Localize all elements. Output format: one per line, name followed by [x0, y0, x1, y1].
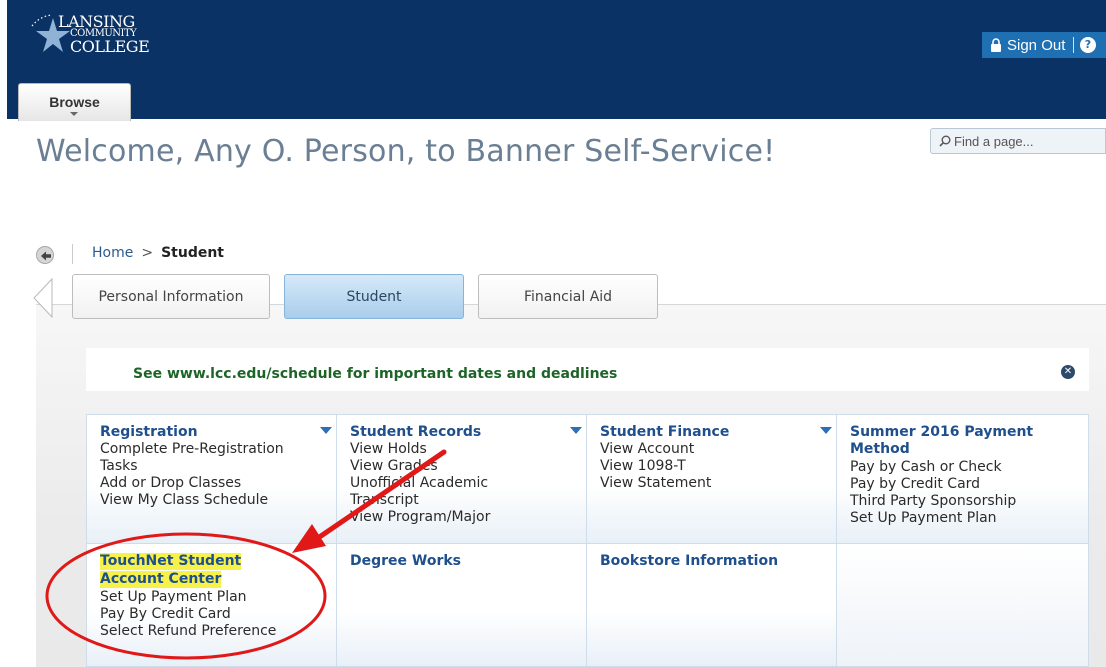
menu-cell-empty	[837, 544, 1089, 667]
close-icon[interactable]: ✕	[1061, 365, 1075, 379]
summer-payment-link[interactable]: Pay by Cash or Check	[850, 459, 1002, 476]
tab-personal-information[interactable]: Personal Information	[72, 274, 270, 319]
registration-link[interactable]: Add or Drop Classes	[100, 475, 241, 492]
student-records-link[interactable]: Unofficial Academic	[350, 475, 488, 492]
student-records-link[interactable]: Transcript	[350, 492, 419, 509]
browse-label: Browse	[49, 94, 100, 110]
announcement-banner: See www.lcc.edu/schedule for important d…	[86, 348, 1089, 391]
tab-financial-aid[interactable]: Financial Aid	[478, 274, 658, 319]
touchnet-link[interactable]: Select Refund Preference	[100, 623, 276, 640]
breadcrumb: Home > Student	[92, 245, 224, 261]
registration-link[interactable]: Complete Pre-Registration	[100, 441, 284, 458]
chevron-down-icon[interactable]	[820, 427, 832, 434]
menu-cell-summer-payment: Summer 2016 Payment Method Pay by Cash o…	[837, 415, 1089, 544]
student-finance-link[interactable]: View 1098-T	[600, 458, 686, 475]
registration-title[interactable]: Registration	[100, 424, 198, 441]
summer-payment-link[interactable]: Third Party Sponsorship	[850, 493, 1016, 510]
summer-payment-link[interactable]: Pay by Credit Card	[850, 476, 980, 493]
menu-cell-student-finance: Student Finance View Account View 1098-T…	[587, 415, 837, 544]
search-icon	[939, 135, 951, 147]
touchnet-link[interactable]: Pay By Credit Card	[100, 606, 231, 623]
logo-line3: COLLEGE	[70, 37, 150, 56]
menu-cell-bookstore: Bookstore Information	[587, 544, 837, 667]
tabs-scroll-left-icon[interactable]	[32, 278, 54, 318]
student-records-link[interactable]: View Program/Major	[350, 509, 490, 526]
summer-payment-link[interactable]: Set Up Payment Plan	[850, 510, 997, 527]
signout-area: Sign Out ?	[982, 32, 1106, 58]
touchnet-link[interactable]: Set Up Payment Plan	[100, 589, 247, 606]
chevron-down-icon[interactable]	[570, 427, 582, 434]
header-separator	[1073, 37, 1074, 53]
student-records-link[interactable]: View Grades	[350, 458, 438, 475]
menu-cell-touchnet: TouchNet Student Account Center Set Up P…	[87, 544, 337, 667]
menu-cell-registration: Registration Complete Pre-Registration T…	[87, 415, 337, 544]
menu-cell-student-records: Student Records View Holds View Grades U…	[337, 415, 587, 544]
announcement-text: See www.lcc.edu/schedule for important d…	[133, 366, 618, 382]
chevron-down-icon[interactable]	[320, 427, 332, 434]
student-finance-link[interactable]: View Statement	[600, 475, 711, 492]
header-bar	[7, 0, 1106, 119]
touchnet-title-line2[interactable]: Account Center	[100, 571, 222, 588]
header-left-strip	[0, 0, 7, 120]
caret-down-icon	[70, 112, 78, 116]
page-title: Welcome, Any O. Person, to Banner Self-S…	[36, 134, 776, 169]
summer-payment-title-line2[interactable]: Method	[850, 441, 910, 458]
breadcrumb-divider	[72, 244, 73, 264]
arrow-left-icon	[41, 251, 51, 261]
browse-button[interactable]: Browse	[18, 83, 131, 121]
lock-icon	[991, 38, 1001, 52]
touchnet-title-line1[interactable]: TouchNet Student	[100, 553, 242, 570]
find-page-input[interactable]: Find a page...	[930, 128, 1106, 154]
back-button[interactable]	[36, 246, 54, 264]
app-header: LANSING COMMUNITY COLLEGE Sign Out ? Bro…	[0, 0, 1106, 121]
student-records-link[interactable]: View Holds	[350, 441, 427, 458]
summer-payment-title-line1[interactable]: Summer 2016 Payment	[850, 424, 1033, 441]
registration-link[interactable]: Tasks	[100, 458, 138, 475]
sign-out-button[interactable]: Sign Out	[990, 36, 1065, 54]
degree-works-title[interactable]: Degree Works	[350, 553, 461, 570]
student-finance-title[interactable]: Student Finance	[600, 424, 729, 441]
registration-link[interactable]: View My Class Schedule	[100, 492, 268, 509]
help-icon[interactable]: ?	[1080, 37, 1096, 53]
bookstore-title[interactable]: Bookstore Information	[600, 553, 778, 570]
breadcrumb-separator: >	[141, 245, 154, 261]
student-finance-link[interactable]: View Account	[600, 441, 694, 458]
tab-student[interactable]: Student	[284, 274, 464, 319]
find-placeholder: Find a page...	[954, 133, 1034, 149]
breadcrumb-current: Student	[161, 245, 224, 261]
college-logo[interactable]: LANSING COMMUNITY COLLEGE	[30, 12, 170, 62]
sign-out-label: Sign Out	[1007, 36, 1066, 54]
breadcrumb-home-link[interactable]: Home	[92, 245, 133, 261]
student-records-title[interactable]: Student Records	[350, 424, 481, 441]
menu-cell-degree-works: Degree Works	[337, 544, 587, 667]
